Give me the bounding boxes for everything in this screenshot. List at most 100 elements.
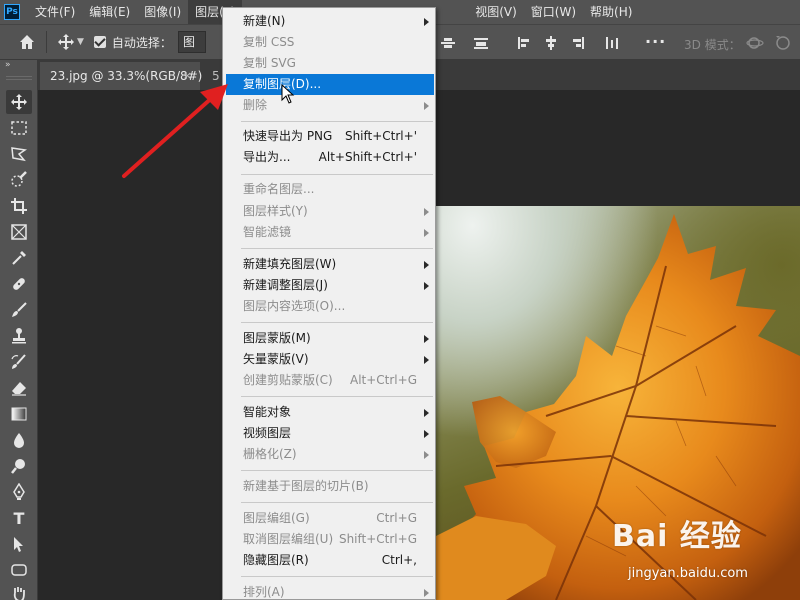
menu-separator (241, 121, 433, 122)
menu-item-export-as[interactable]: 导出为... Alt+Shift+Ctrl+' (224, 147, 434, 168)
dodge-tool[interactable] (6, 454, 32, 478)
photoshop-logo[interactable]: Ps (4, 4, 20, 20)
menu-item-copy-css[interactable]: 复制 CSS (224, 32, 434, 53)
pen-tool[interactable] (6, 480, 32, 504)
align-vertical-centers-icon[interactable] (440, 35, 456, 51)
healing-brush-tool[interactable] (6, 272, 32, 296)
red-annotation-arrow (122, 84, 228, 178)
align-right-edges-icon[interactable] (570, 35, 586, 51)
collapse-panel-icon[interactable]: » (5, 60, 10, 70)
menu-item-new-fill-layer[interactable]: 新建填充图层(W) (224, 254, 434, 275)
frame-tool[interactable] (6, 220, 32, 244)
brush-tool[interactable] (6, 298, 32, 322)
menu-item-arrange[interactable]: 排列(A) (224, 582, 434, 600)
menu-item-label: 导出为... (243, 150, 291, 164)
menu-item-shortcut: Alt+Ctrl+G (349, 373, 417, 387)
menu-item-shortcut: Shift+Ctrl+' (344, 129, 417, 143)
gradient-tool[interactable] (6, 402, 32, 426)
submenu-arrow-icon (424, 409, 429, 417)
more-options-icon[interactable]: ··· (645, 34, 666, 50)
menu-item-label: 删除 (243, 98, 268, 112)
quick-selection-tool[interactable] (6, 168, 32, 192)
distribute-icon[interactable] (604, 35, 620, 51)
menu-item-layer-content-options[interactable]: 图层内容选项(O)... (224, 296, 434, 317)
menu-item-hide-layers[interactable]: 隐藏图层(R) Ctrl+, (224, 550, 434, 571)
menu-item-new[interactable]: 新建(N) (224, 11, 434, 32)
roll-3d-icon[interactable] (774, 35, 792, 51)
crop-tool[interactable] (6, 194, 32, 218)
rectangle-tool[interactable] (6, 558, 32, 582)
menu-item-layer-style[interactable]: 图层样式(Y) (224, 201, 434, 222)
submenu-arrow-icon (424, 335, 429, 343)
menu-item-group-layers[interactable]: 图层编组(G) Ctrl+G (224, 508, 434, 529)
eyedropper-icon (12, 251, 26, 265)
menu-item-quick-export-png[interactable]: 快速导出为 PNG Shift+Ctrl+' (224, 126, 434, 147)
menu-item-ungroup-layers[interactable]: 取消图层编组(U) Shift+Ctrl+G (224, 529, 434, 550)
eyedropper-tool[interactable] (6, 246, 32, 270)
submenu-arrow-icon (424, 229, 429, 237)
menu-item-smart-filter[interactable]: 智能滤镜 (224, 222, 434, 243)
menu-item-label: 新建(N) (243, 14, 286, 28)
menu-item-rasterize[interactable]: 栅格化(Z) (224, 444, 434, 465)
menu-item-label: 创建剪贴蒙版(C) (243, 373, 333, 387)
menu-item-rename-layer[interactable]: 重命名图层... (224, 179, 434, 200)
menu-help[interactable]: 帮助(H) (583, 0, 639, 24)
menu-separator (241, 576, 433, 577)
eraser-tool[interactable] (6, 376, 32, 400)
menu-item-label: 新建填充图层(W) (243, 257, 337, 271)
menu-item-shortcut: Ctrl+G (376, 511, 417, 525)
menu-file[interactable]: 文件(F) (28, 0, 82, 24)
menu-item-label: 图层内容选项(O)... (243, 299, 346, 313)
menu-image[interactable]: 图像(I) (137, 0, 188, 24)
submenu-arrow-icon (424, 356, 429, 364)
menu-edit[interactable]: 编辑(E) (82, 0, 137, 24)
menu-item-delete[interactable]: 删除 (224, 95, 434, 116)
lasso-tool[interactable] (6, 142, 32, 166)
clone-stamp-tool[interactable] (6, 324, 32, 348)
menu-item-smart-object[interactable]: 智能对象 (224, 402, 434, 423)
menu-item-label: 复制 SVG (243, 56, 296, 70)
move-tool[interactable] (6, 90, 32, 114)
submenu-arrow-icon (424, 282, 429, 290)
history-brush-icon (11, 354, 26, 369)
orbit-3d-icon[interactable] (746, 35, 764, 51)
menu-item-new-layer-based-slice[interactable]: 新建基于图层的切片(B) (224, 476, 434, 497)
chevron-down-icon[interactable]: ▼ (77, 37, 84, 47)
eraser-icon (12, 382, 26, 396)
path-selection-tool[interactable] (6, 532, 32, 556)
dodge-icon (11, 459, 25, 474)
menu-item-layer-mask[interactable]: 图层蒙版(M) (224, 328, 434, 349)
menu-window[interactable]: 窗口(W) (524, 0, 583, 24)
gradient-icon (11, 407, 27, 421)
menu-item-label: 新建基于图层的切片(B) (243, 479, 369, 493)
submenu-arrow-icon (424, 261, 429, 269)
menu-item-new-adjustment-layer[interactable]: 新建调整图层(J) (224, 275, 434, 296)
rounded-rectangle-icon (11, 564, 27, 576)
menu-item-create-clipping-mask[interactable]: 创建剪贴蒙版(C) Alt+Ctrl+G (224, 370, 434, 391)
align-bottom-edges-icon[interactable] (473, 35, 489, 51)
menu-separator (241, 396, 433, 397)
auto-select-target-dropdown[interactable]: 图层 (177, 31, 206, 53)
brush-icon (12, 302, 27, 317)
hand-tool[interactable] (6, 582, 32, 600)
menu-item-video-layer[interactable]: 视频图层 (224, 423, 434, 444)
history-brush-tool[interactable] (6, 350, 32, 374)
menu-view[interactable]: 视图(V) (468, 0, 524, 24)
menu-item-label: 图层蒙版(M) (243, 331, 311, 345)
align-left-edges-icon[interactable] (516, 35, 532, 51)
blur-tool[interactable] (6, 428, 32, 452)
home-icon[interactable] (18, 33, 36, 51)
menu-item-label: 复制 CSS (243, 35, 295, 49)
move-tool-preset-icon[interactable] (57, 33, 75, 51)
menu-item-duplicate-layer[interactable]: 复制图层(D)... (226, 74, 434, 95)
menu-item-vector-mask[interactable]: 矢量蒙版(V) (224, 349, 434, 370)
blur-icon (14, 433, 24, 448)
menu-item-copy-svg[interactable]: 复制 SVG (224, 53, 434, 74)
menu-item-label: 隐藏图层(R) (243, 553, 309, 567)
marquee-tool[interactable] (6, 116, 32, 140)
panel-grip[interactable] (6, 76, 32, 80)
type-tool[interactable]: T (6, 506, 32, 530)
auto-select-checkbox[interactable] (93, 36, 106, 48)
align-horizontal-centers-icon[interactable] (543, 35, 559, 51)
menu-item-label: 图层样式(Y) (243, 204, 308, 218)
